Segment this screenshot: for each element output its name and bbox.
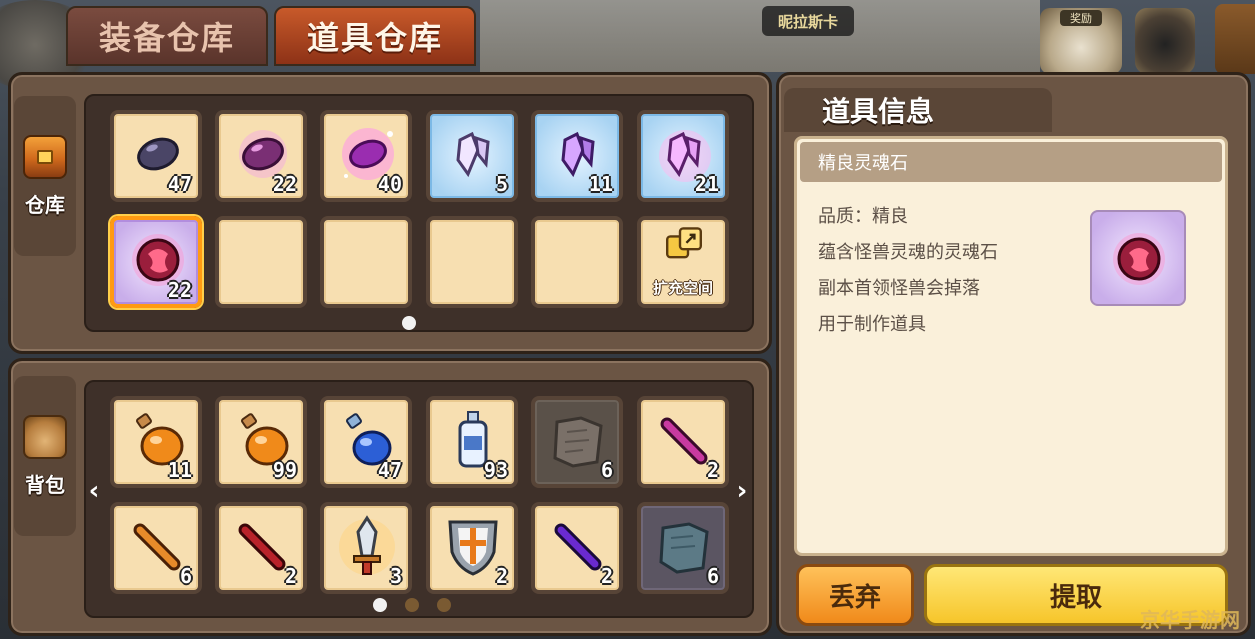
bag-slot[interactable]: 2 — [426, 502, 518, 594]
bag-page-dots — [373, 598, 451, 612]
bag-slot[interactable]: 6 — [110, 502, 202, 594]
item-preview — [1090, 210, 1186, 306]
bag-slot[interactable]: 2 — [531, 502, 623, 594]
item-count: 5 — [495, 172, 508, 196]
storage-slot-empty[interactable] — [215, 216, 307, 308]
item-count: 2 — [600, 564, 613, 588]
item-count: 22 — [167, 278, 192, 302]
item-count: 2 — [495, 564, 508, 588]
expand-icon — [666, 227, 702, 259]
storage-slot[interactable]: 5 — [426, 110, 518, 202]
map-name-label: 昵拉斯卡 — [762, 6, 854, 36]
storage-slot[interactable]: 22 — [215, 110, 307, 202]
storage-slot-empty[interactable] — [531, 216, 623, 308]
chest-icon — [23, 134, 67, 179]
shadow-character-icon[interactable] — [1135, 8, 1195, 74]
item-count: 22 — [272, 172, 297, 196]
tab-item-storage[interactable]: 道具仓库 — [274, 6, 476, 66]
expand-space-label: 扩充空间 — [652, 279, 713, 297]
discard-button[interactable]: 丢弃 — [796, 564, 914, 626]
item-count: 2 — [284, 564, 297, 588]
storage-slot-empty[interactable] — [426, 216, 518, 308]
storage-slot[interactable]: 11 — [531, 110, 623, 202]
item-description-1: 蕴含怪兽灵魂的灵魂石 — [818, 242, 998, 263]
bag-slot[interactable]: 11 — [110, 396, 202, 488]
soul-stone-icon — [1113, 233, 1165, 285]
info-body — [794, 136, 1228, 556]
item-count: 2 — [706, 458, 719, 482]
item-quality: 品质：精良 — [818, 206, 908, 227]
bag-slot[interactable]: 6 — [531, 396, 623, 488]
storage-slot[interactable]: 47 — [110, 110, 202, 202]
watermark: 京华手游网 — [1140, 608, 1240, 632]
reward-character-icon[interactable]: 奖励 — [1040, 8, 1122, 74]
bag-slot[interactable]: 2 — [215, 502, 307, 594]
storage-slot[interactable]: 21 — [637, 110, 729, 202]
backpack-icon — [23, 414, 67, 459]
item-count: 99 — [272, 458, 297, 482]
item-count: 6 — [706, 564, 719, 588]
item-count: 11 — [167, 458, 192, 482]
item-count: 6 — [179, 564, 192, 588]
item-name: 精良灵魂石 — [800, 142, 1222, 182]
bag-slot[interactable]: 3 — [320, 502, 412, 594]
expand-space-button[interactable]: 扩充空间 — [637, 216, 729, 308]
bag-side-label: 背包 — [14, 376, 76, 536]
item-count: 3 — [389, 564, 402, 588]
info-title: 道具信息 — [784, 88, 1052, 132]
page-dot[interactable] — [402, 316, 416, 330]
storage-slot[interactable]: 40 — [320, 110, 412, 202]
storage-slot-empty[interactable] — [320, 216, 412, 308]
reward-tag: 奖励 — [1060, 10, 1102, 26]
item-description-2: 副本首领怪兽会掉落 — [818, 278, 980, 299]
page-dot[interactable] — [405, 598, 419, 612]
item-description-3: 用于制作道具 — [818, 314, 926, 335]
item-count: 93 — [483, 458, 508, 482]
bag-slot[interactable]: 6 — [637, 502, 729, 594]
side-menu-icon[interactable] — [1215, 4, 1255, 74]
bag-slot[interactable]: 99 — [215, 396, 307, 488]
page-dot[interactable] — [437, 598, 451, 612]
bag-next-arrow[interactable]: › — [732, 476, 752, 506]
bag-slot[interactable]: 47 — [320, 396, 412, 488]
storage-slot-selected[interactable]: 22 — [110, 216, 202, 308]
bag-label: 背包 — [25, 472, 65, 497]
bag-slot[interactable]: 2 — [637, 396, 729, 488]
item-count: 40 — [377, 172, 402, 196]
tab-equipment-storage[interactable]: 装备仓库 — [66, 6, 268, 66]
storage-label: 仓库 — [25, 192, 65, 217]
background-building — [480, 0, 1040, 72]
item-count: 47 — [377, 458, 402, 482]
bag-slot[interactable]: 93 — [426, 396, 518, 488]
item-count: 11 — [588, 172, 613, 196]
item-count: 21 — [694, 172, 719, 196]
bag-prev-arrow[interactable]: ‹ — [84, 476, 104, 506]
page-dot[interactable] — [373, 598, 387, 612]
item-count: 6 — [600, 458, 613, 482]
storage-side-label: 仓库 — [14, 96, 76, 256]
storage-page-dots — [402, 316, 416, 330]
item-count: 47 — [167, 172, 192, 196]
